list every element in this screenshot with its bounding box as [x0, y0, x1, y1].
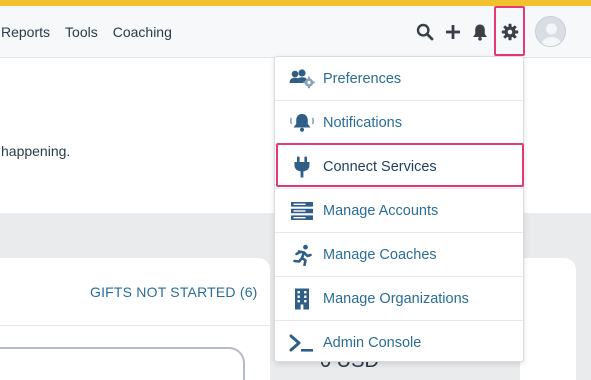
menu-item-manage-coaches[interactable]: Manage Coaches [275, 233, 523, 277]
menu-item-label: Manage Organizations [323, 290, 469, 307]
bell-icon[interactable] [469, 6, 491, 58]
menu-item-admin-console[interactable]: Admin Console [275, 321, 523, 365]
menu-item-label: Notifications [323, 114, 402, 131]
nav-tools[interactable]: Tools [65, 24, 98, 40]
plus-icon[interactable] [442, 6, 464, 58]
main-nav: Reports Tools Coaching [0, 6, 187, 58]
card-input-field[interactable] [0, 347, 245, 380]
nav-coaching[interactable]: Coaching [113, 24, 172, 40]
plug-icon [289, 155, 315, 179]
menu-item-label: Manage Accounts [323, 202, 439, 219]
building-icon [289, 287, 315, 311]
gear-icon[interactable] [497, 6, 523, 58]
avatar[interactable] [535, 16, 566, 47]
card-divider [0, 325, 270, 326]
settings-dropdown-menu: Preferences Notifications Connect Servic… [274, 56, 524, 362]
intro-text: happening. [1, 143, 71, 159]
menu-item-label: Preferences [323, 70, 402, 87]
menu-item-label: Manage Coaches [323, 246, 437, 263]
menu-item-notifications[interactable]: Notifications [275, 101, 523, 145]
nav-reports[interactable]: Reports [1, 24, 50, 40]
users-gear-icon [289, 67, 315, 91]
top-header: Reports Tools Coaching [0, 6, 591, 58]
menu-item-label: Connect Services [323, 158, 437, 175]
terminal-prompt-icon [289, 331, 315, 355]
server-stack-icon [289, 199, 315, 223]
menu-item-preferences[interactable]: Preferences [275, 57, 523, 101]
menu-item-manage-organizations[interactable]: Manage Organizations [275, 277, 523, 321]
menu-item-label: Admin Console [323, 335, 422, 351]
gifts-not-started-link[interactable]: GIFTS NOT STARTED (6) [90, 284, 258, 300]
running-person-icon [289, 243, 315, 267]
summary-card [520, 258, 576, 380]
search-icon[interactable] [414, 6, 436, 58]
menu-item-manage-accounts[interactable]: Manage Accounts [275, 189, 523, 233]
menu-item-connect-services[interactable]: Connect Services [275, 145, 523, 189]
bell-icon [289, 111, 315, 135]
